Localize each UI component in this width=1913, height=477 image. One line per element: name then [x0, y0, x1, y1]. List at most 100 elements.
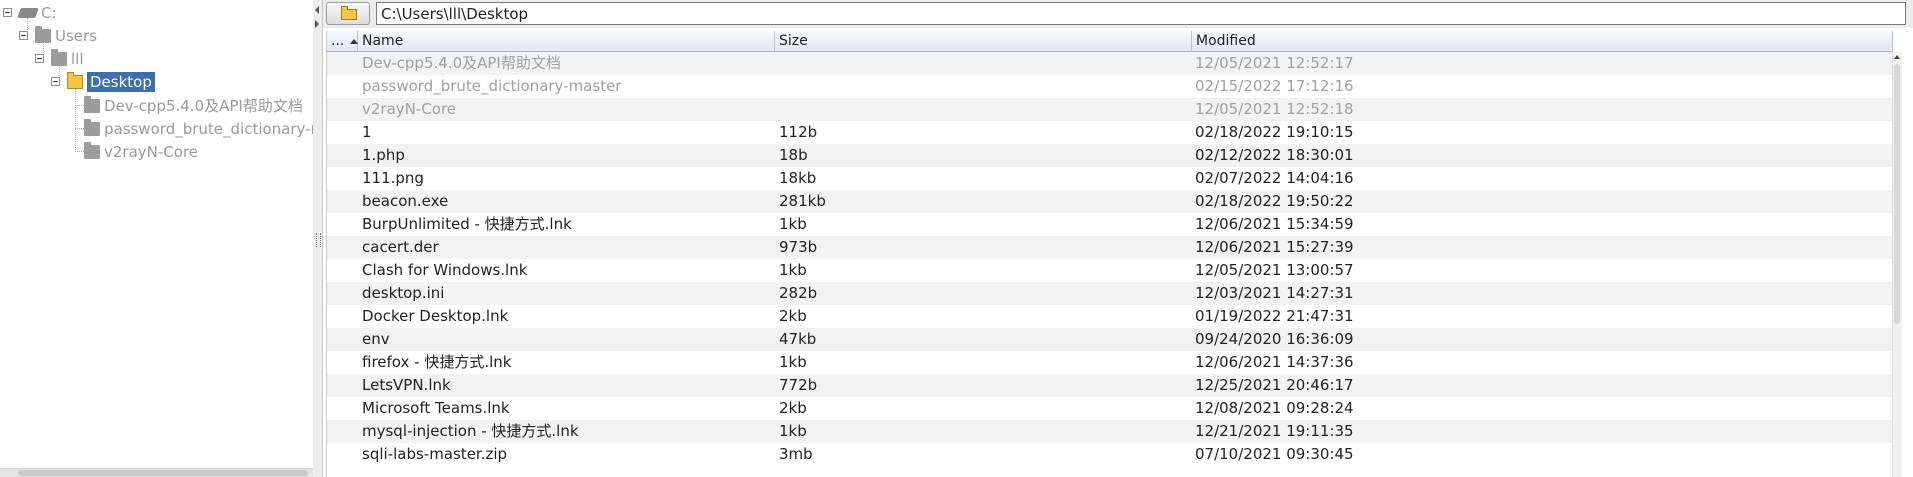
- file-size: 18kb: [779, 169, 817, 187]
- file-modified: 12/05/2021 13:00:57: [1195, 261, 1354, 279]
- tree-connector: [75, 128, 84, 129]
- file-modified: 02/18/2022 19:50:22: [1195, 192, 1354, 210]
- file-modified: 12/05/2021 12:52:17: [1195, 54, 1354, 72]
- scrollbar-thumb[interactable]: [18, 470, 308, 476]
- folder-icon: [84, 95, 100, 113]
- file-size: 112b: [779, 123, 818, 141]
- tree-node-lll[interactable]: lll: [51, 47, 84, 70]
- table-header: ... Name Size Modified: [327, 31, 1893, 52]
- table-row-file[interactable]: 111.png 18kb 02/07/2022 14:04:16: [327, 167, 1893, 190]
- splitter-grip-icon[interactable]: [316, 233, 321, 247]
- column-header-name[interactable]: Name: [358, 31, 775, 51]
- tree-node-label: Dev-cpp5.4.0及API帮助文档: [104, 97, 303, 115]
- tree-node-label: lll: [71, 49, 84, 68]
- tree-node-v2rayn[interactable]: v2rayN-Core: [84, 140, 198, 163]
- tree-node-label: Users: [55, 26, 98, 45]
- folder-icon: [51, 48, 67, 66]
- table-body: Dev-cpp5.4.0及API帮助文档 12/05/2021 12:52:17 p…: [327, 52, 1893, 466]
- file-name: Clash for Windows.lnk: [362, 261, 528, 279]
- tree-connector: [75, 151, 84, 152]
- table-row-file[interactable]: desktop.ini 282b 12/03/2021 14:27:31: [327, 282, 1893, 305]
- table-row-file[interactable]: Docker Desktop.lnk 2kb 01/19/2022 21:47:31: [327, 305, 1893, 328]
- folder-tree[interactable]: C: Users lll Desktop Dev-cpp5.4.0及API帮助文…: [0, 0, 314, 477]
- column-header-label: Size: [779, 33, 808, 49]
- table-row-file[interactable]: 1.php 18b 02/12/2022 18:30:01: [327, 144, 1893, 167]
- file-name: Dev-cpp5.4.0及API帮助文档: [362, 54, 561, 72]
- file-modified: 12/08/2021 09:28:24: [1195, 399, 1354, 417]
- column-header-parent[interactable]: ...: [327, 31, 359, 51]
- table-row-folder[interactable]: Dev-cpp5.4.0及API帮助文档 12/05/2021 12:52:17: [327, 52, 1893, 75]
- tree-collapse-toggle[interactable]: [35, 54, 44, 63]
- table-row-file[interactable]: env 47kb 09/24/2020 16:36:09: [327, 328, 1893, 351]
- file-size: 2kb: [779, 307, 807, 325]
- path-bar: [323, 0, 1913, 28]
- table-row-file[interactable]: beacon.exe 281kb 02/18/2022 19:50:22: [327, 190, 1893, 213]
- file-size: 282b: [779, 284, 818, 302]
- tree-collapse-toggle[interactable]: [3, 8, 12, 17]
- folder-open-icon: [67, 71, 83, 89]
- file-name: desktop.ini: [362, 284, 445, 302]
- tree-node-label: password_brute_dictionary-master: [104, 119, 313, 138]
- file-modified: 12/25/2021 20:46:17: [1195, 376, 1354, 394]
- file-size: 973b: [779, 238, 818, 256]
- file-modified: 02/18/2022 19:10:15: [1195, 123, 1354, 141]
- tree-node-users[interactable]: Users: [35, 24, 97, 47]
- file-size: 772b: [779, 376, 818, 394]
- column-header-modified[interactable]: Modified: [1192, 31, 1893, 51]
- folder-icon: [35, 25, 51, 43]
- table-row-file[interactable]: BurpUnlimited - 快捷方式.lnk 1kb 12/06/2021 15…: [327, 213, 1893, 236]
- file-modified: 01/19/2022 21:47:31: [1195, 307, 1354, 325]
- table-row-file[interactable]: Clash for Windows.lnk 1kb 12/05/2021 13:00…: [327, 259, 1893, 282]
- tree-collapse-toggle[interactable]: [51, 77, 60, 86]
- file-modified: 12/06/2021 15:27:39: [1195, 238, 1354, 256]
- file-name: Microsoft Teams.lnk: [362, 399, 510, 417]
- path-input[interactable]: [376, 2, 1906, 25]
- table-vertical-scrollbar[interactable]: [1892, 52, 1902, 477]
- file-name: v2rayN-Core: [362, 100, 457, 118]
- table-row-file[interactable]: 1 112b 02/18/2022 19:10:15: [327, 121, 1893, 144]
- tree-connector: [75, 87, 76, 152]
- table-row-folder[interactable]: password_brute_dictionary-master 02/15/20…: [327, 75, 1893, 98]
- file-size: 1kb: [779, 215, 807, 233]
- table-row-file[interactable]: firefox - 快捷方式.lnk 1kb 12/06/2021 14:37:36: [327, 351, 1893, 374]
- table-row-folder[interactable]: v2rayN-Core 12/05/2021 12:52:18: [327, 98, 1893, 121]
- file-name: LetsVPN.lnk: [362, 376, 451, 394]
- tree-collapse-toggle[interactable]: [19, 31, 28, 40]
- file-modified: 12/21/2021 19:11:35: [1195, 422, 1354, 440]
- tree-node-password-brute[interactable]: password_brute_dictionary-master: [84, 117, 313, 140]
- file-table: ... Name Size Modified Dev-cpp5.4.0及API帮…: [326, 31, 1902, 477]
- expand-right-arrow-icon[interactable]: [315, 20, 319, 28]
- scroll-up-arrow-icon[interactable]: [1894, 55, 1900, 59]
- folder-icon: [84, 141, 100, 159]
- file-size: 3mb: [779, 445, 813, 463]
- tree-node-drive-c[interactable]: C:: [17, 1, 57, 24]
- file-size: 1kb: [779, 422, 807, 440]
- scrollbar-thumb[interactable]: [1894, 64, 1900, 324]
- table-row-file[interactable]: cacert.der 973b 12/06/2021 15:27:39: [327, 236, 1893, 259]
- file-size: 47kb: [779, 330, 817, 348]
- file-modified: 12/06/2021 15:34:59: [1195, 215, 1354, 233]
- file-modified: 12/05/2021 12:52:18: [1195, 100, 1354, 118]
- tree-horizontal-scrollbar[interactable]: [0, 468, 313, 477]
- pane-splitter[interactable]: [313, 0, 323, 477]
- table-row-file[interactable]: sqli-labs-master.zip 3mb 07/10/2021 09:30:…: [327, 443, 1893, 466]
- file-modified: 07/10/2021 09:30:45: [1195, 445, 1354, 463]
- column-header-size[interactable]: Size: [775, 31, 1192, 51]
- tree-node-label-selected: Desktop: [87, 71, 155, 92]
- tree-node-dev-cpp[interactable]: Dev-cpp5.4.0及API帮助文档: [84, 94, 303, 117]
- collapse-left-arrow-icon[interactable]: [315, 6, 319, 14]
- table-row-file[interactable]: mysql-injection - 快捷方式.lnk 1kb 12/21/2021 …: [327, 420, 1893, 443]
- file-modified: 02/07/2022 14:04:16: [1195, 169, 1354, 187]
- file-size: 2kb: [779, 399, 807, 417]
- file-name: env: [362, 330, 390, 348]
- column-header-label: Modified: [1196, 33, 1256, 49]
- file-size: 1kb: [779, 261, 807, 279]
- file-name: sqli-labs-master.zip: [362, 445, 508, 463]
- file-browser-pane: ... Name Size Modified Dev-cpp5.4.0及API帮…: [323, 0, 1913, 477]
- browse-folder-button[interactable]: [326, 2, 370, 25]
- file-name: firefox - 快捷方式.lnk: [362, 353, 512, 371]
- tree-node-desktop[interactable]: Desktop: [67, 70, 155, 93]
- file-name: mysql-injection - 快捷方式.lnk: [362, 422, 579, 440]
- table-row-file[interactable]: Microsoft Teams.lnk 2kb 12/08/2021 09:28:2…: [327, 397, 1893, 420]
- table-row-file[interactable]: LetsVPN.lnk 772b 12/25/2021 20:46:17: [327, 374, 1893, 397]
